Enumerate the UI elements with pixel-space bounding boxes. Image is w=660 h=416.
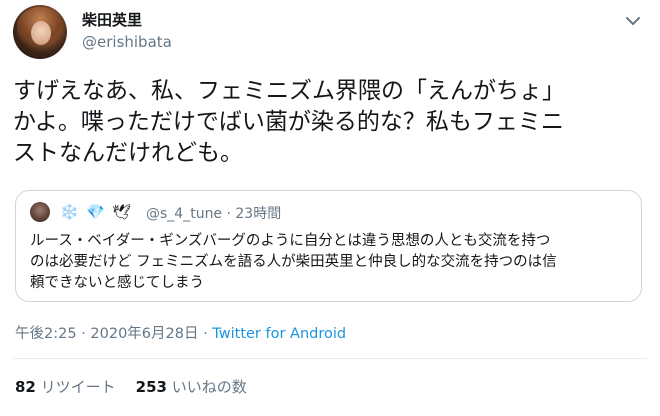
quoted-text-line: 頼できないと感じてしまう [30,275,204,291]
tweet-text-line: ストなんだけれども。 [13,140,243,166]
snowflake-emoji: ❄️ [60,203,79,221]
tweet-source-link[interactable]: Twitter for Android [212,326,346,342]
divider [13,358,647,359]
author-avatar[interactable] [13,5,67,59]
tweet-meta: 午後2:25 · 2020年6月28日 · Twitter for Androi… [15,322,346,343]
dove-emoji: 🕊 [112,203,132,221]
author-display-name[interactable]: 柴田英里 [82,9,142,30]
likes-label: いいねの数 [171,378,247,396]
tweet-timestamp[interactable]: 午後2:25 · 2020年6月28日 · [15,326,212,342]
quoted-text-line: ルース・ベイダー・ギンズバーグのように自分とは違う思想の人とも交流を持つ [30,233,551,249]
quoted-handle-time: @s_4_tune · 23時間 [146,206,282,222]
likes-count: 253 [135,378,167,396]
tweet-text-line: かよ。喋っただけでばい菌が染る的な？私もフェミニ [13,109,564,135]
tweet-text-line: すげえなあ、私、フェミニズム界隈の「えんがちょ」 [13,78,565,104]
quoted-tweet[interactable]: ❄️ 💎 🕊 @s_4_tune · 23時間 ルース・ベイダー・ギンズバーグの… [15,190,642,302]
author-handle[interactable]: @erishibata [82,33,172,51]
tweet-stats: 82 リツイート 253 いいねの数 [15,376,247,397]
chevron-down-icon[interactable] [622,10,644,32]
retweets-stat[interactable]: 82 リツイート [15,378,116,396]
quoted-author-avatar [30,202,50,222]
retweets-count: 82 [15,378,36,396]
retweets-label: リツイート [40,378,116,396]
likes-stat[interactable]: 253 いいねの数 [136,378,247,396]
quoted-tweet-text: ルース・ベイダー・ギンズバーグのように自分とは違う思想の人とも交流を持つ のは必… [30,231,630,294]
avatar-face [31,21,51,45]
tweet-header: 柴田英里 @erishibata [0,0,660,76]
gem-emoji: 💎 [86,203,105,221]
tweet-text: すげえなあ、私、フェミニズム界隈の「えんがちょ」 かよ。喋っただけでばい菌が染る… [13,76,643,169]
quoted-text-line: のは必要だけど フェミニズムを語る人が柴田英里と仲良し的な交流を持つのは信 [30,254,557,270]
